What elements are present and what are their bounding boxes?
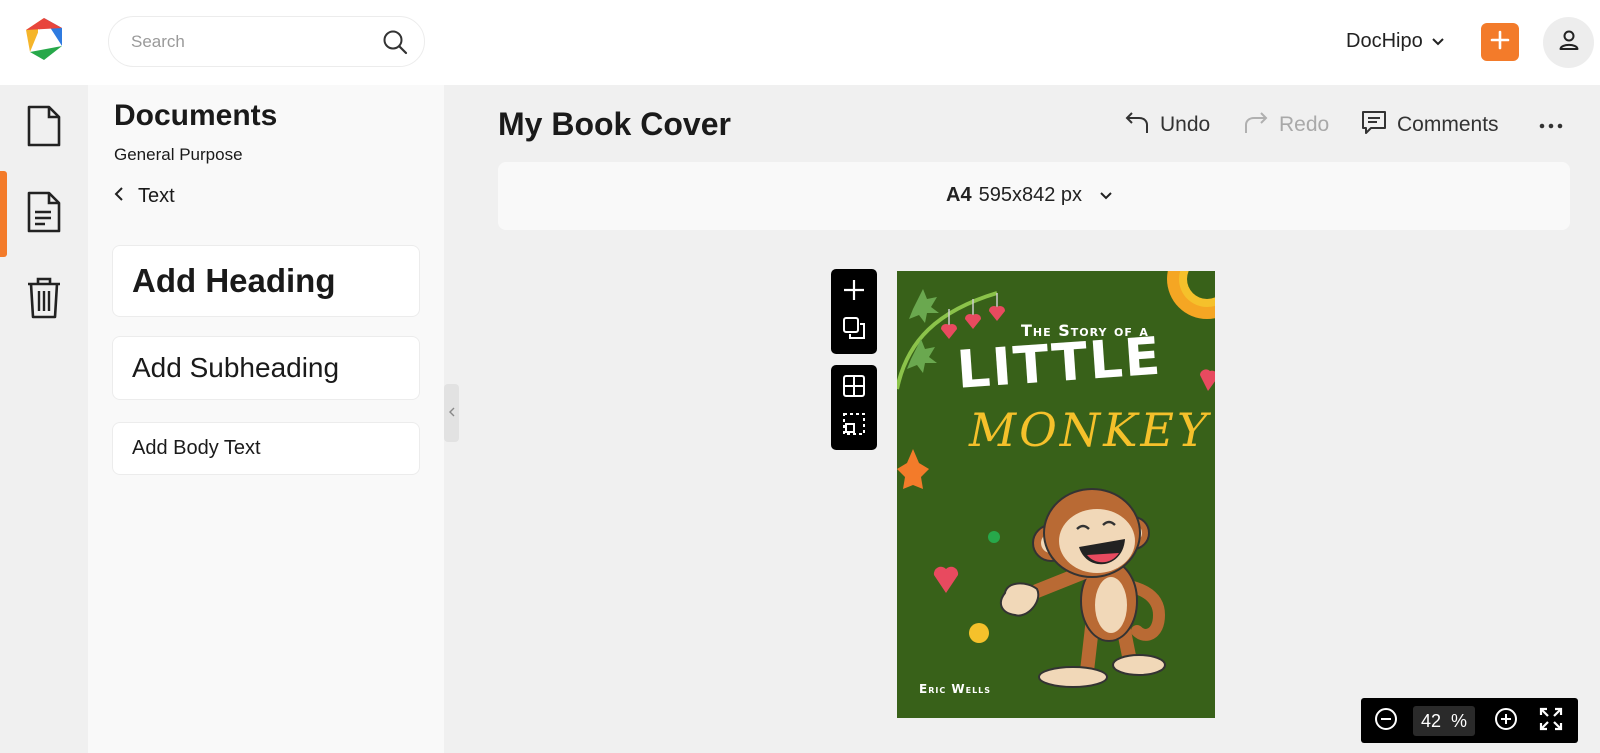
canvas-page[interactable]: The Story of a LITTLE MONKEY Eric Wells xyxy=(897,271,1215,718)
top-bar: DocHipo xyxy=(0,0,1600,85)
zoom-controls: 42 % xyxy=(1361,698,1578,743)
document-icon xyxy=(26,104,62,153)
page-size-name: A4 xyxy=(946,184,972,206)
page-size-dropdown[interactable]: A4 595x842 px xyxy=(946,184,1113,207)
zoom-out-button[interactable] xyxy=(1371,706,1401,736)
select-area-button[interactable] xyxy=(831,407,877,445)
select-area-icon xyxy=(842,412,866,441)
zoom-out-icon xyxy=(1373,706,1399,737)
rail-item-new-document[interactable] xyxy=(0,85,88,171)
page-size-dims: 595x842 px xyxy=(978,184,1082,206)
add-body-text-label: Add Body Text xyxy=(132,437,261,459)
comment-icon xyxy=(1361,109,1387,141)
collapse-panel-button[interactable] xyxy=(444,384,459,442)
comments-label: Comments xyxy=(1397,113,1499,136)
back-to-text-button[interactable]: Text xyxy=(114,185,175,208)
user-profile-button[interactable] xyxy=(1543,17,1594,68)
chevron-down-icon xyxy=(1099,184,1113,207)
account-name: DocHipo xyxy=(1346,29,1423,52)
duplicate-page-button[interactable] xyxy=(831,311,877,349)
copy-icon xyxy=(842,316,866,345)
rail-item-documents[interactable] xyxy=(0,171,88,257)
rail-item-trash[interactable] xyxy=(0,257,88,343)
page-layout-toolbar xyxy=(831,365,877,450)
zoom-unit: % xyxy=(1451,710,1468,731)
zoom-in-button[interactable] xyxy=(1491,706,1521,736)
chevron-left-icon xyxy=(114,185,124,208)
user-icon xyxy=(1557,28,1581,57)
left-rail xyxy=(0,85,88,753)
undo-icon xyxy=(1124,109,1150,141)
chevron-down-icon xyxy=(1431,30,1445,53)
add-page-button[interactable] xyxy=(831,273,877,311)
account-dropdown[interactable]: DocHipo xyxy=(1346,28,1445,54)
create-new-button[interactable] xyxy=(1481,23,1519,61)
trash-icon xyxy=(26,276,62,325)
redo-button[interactable]: Redo xyxy=(1243,110,1329,140)
grid-icon xyxy=(842,374,866,403)
document-title[interactable]: My Book Cover xyxy=(498,106,731,143)
add-body-text-button[interactable]: Add Body Text xyxy=(112,422,420,475)
redo-icon xyxy=(1243,109,1269,141)
undo-button[interactable]: Undo xyxy=(1124,110,1210,140)
fullscreen-icon xyxy=(1538,706,1564,737)
zoom-in-icon xyxy=(1493,706,1519,737)
plus-icon xyxy=(842,278,866,307)
monkey-illustration xyxy=(999,488,1166,688)
search-input[interactable] xyxy=(131,31,371,53)
document-text-icon xyxy=(26,190,62,239)
dochipo-logo[interactable] xyxy=(22,16,66,62)
more-horizontal-icon xyxy=(1538,113,1564,137)
page-actions-toolbar xyxy=(831,269,877,354)
undo-label: Undo xyxy=(1160,113,1211,136)
cover-author[interactable]: Eric Wells xyxy=(919,682,991,696)
zoom-value: 42 xyxy=(1420,710,1441,731)
search-box xyxy=(108,16,425,67)
zoom-level-field[interactable]: 42 % xyxy=(1413,706,1475,736)
add-heading-label: Add Heading xyxy=(132,262,336,299)
text-panel: Documents General Purpose Text Add Headi… xyxy=(88,85,444,753)
add-subheading-button[interactable]: Add Subheading xyxy=(112,336,420,400)
comments-button[interactable]: Comments xyxy=(1361,110,1499,140)
page-size-bar: A4 595x842 px xyxy=(498,162,1570,230)
panel-title: Documents xyxy=(114,99,278,132)
back-label: Text xyxy=(138,185,175,207)
redo-label: Redo xyxy=(1279,113,1330,136)
more-options-button[interactable] xyxy=(1538,110,1564,140)
fullscreen-button[interactable] xyxy=(1536,706,1566,736)
search-icon[interactable] xyxy=(382,29,408,55)
panel-subtitle: General Purpose xyxy=(114,145,243,164)
add-heading-button[interactable]: Add Heading xyxy=(112,245,420,317)
plus-icon xyxy=(1490,30,1510,55)
sun-illustration xyxy=(1167,271,1215,319)
cover-title-line-3[interactable]: MONKEY xyxy=(969,403,1210,457)
grid-layout-button[interactable] xyxy=(831,369,877,407)
chevron-left-icon xyxy=(448,404,455,422)
add-subheading-label: Add Subheading xyxy=(132,352,340,383)
